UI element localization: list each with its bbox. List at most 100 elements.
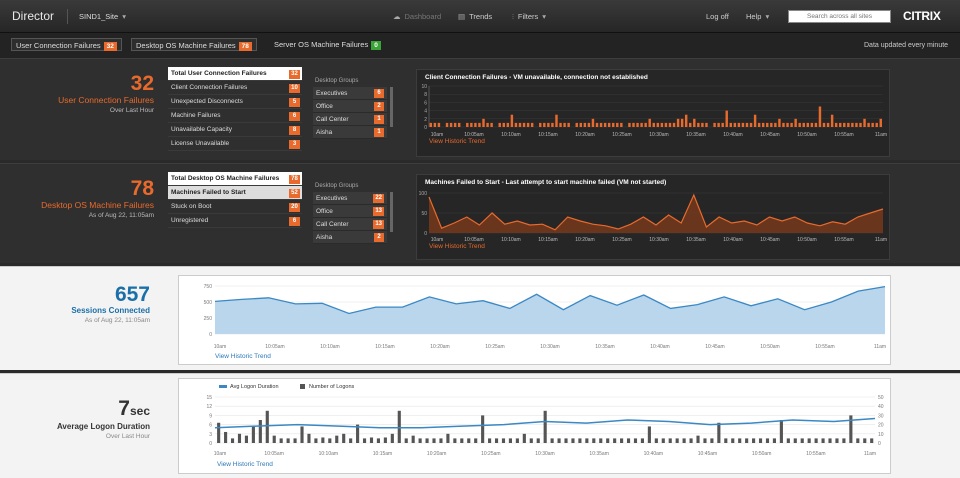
x-tick-label: 10:30am: [535, 451, 554, 457]
logoff-link[interactable]: Log off: [706, 12, 729, 21]
bar: [446, 433, 450, 443]
y-tick-label-right: 50: [878, 395, 884, 401]
x-tick-label: 10:55am: [834, 237, 853, 243]
bar: [474, 438, 478, 443]
group-item[interactable]: Executives 6: [313, 87, 387, 100]
ucf-panel: 32 User Connection Failures Over Last Ho…: [0, 58, 960, 160]
group-item[interactable]: Office 13: [313, 205, 387, 218]
chip-desktop-os-failures[interactable]: Desktop OS Machine Failures 78: [131, 38, 257, 51]
dof-panel: 78 Desktop OS Machine Failures As of Aug…: [0, 163, 960, 263]
bar: [470, 122, 473, 127]
view-historic-trend-link[interactable]: View Historic Trend: [217, 461, 273, 468]
bar: [660, 122, 664, 127]
list-item[interactable]: Total User Connection Failures 32: [168, 67, 302, 81]
count-badge: 13: [373, 220, 384, 229]
dof-chart: Machines Failed to Start - Last attempt …: [416, 174, 890, 260]
list-item[interactable]: Total Desktop OS Machine Failures 78: [168, 172, 302, 186]
trends-icon: ▤: [458, 12, 466, 21]
ucf-summary[interactable]: 32 User Connection Failures Over Last Ho…: [4, 73, 154, 115]
chip-count: 32: [103, 42, 117, 51]
bar: [684, 114, 688, 127]
view-historic-trend-link[interactable]: View Historic Trend: [215, 353, 271, 360]
scrollbar[interactable]: [390, 192, 393, 232]
logon-summary[interactable]: 7sec Average Logon Duration Over Last Ho…: [0, 398, 150, 441]
bar: [536, 438, 540, 443]
top-bar: Director SIND1_Site ▾ ☁ Dashboard ▤ Trends …: [0, 0, 960, 33]
chevron-down-icon: ▾: [542, 12, 547, 21]
list-item-label: Unavailable Capacity: [171, 126, 233, 133]
view-historic-trend-link[interactable]: View Historic Trend: [429, 243, 485, 250]
y-tick-label-right: 20: [878, 423, 884, 429]
x-tick-label: 10:30am: [540, 344, 559, 350]
bar: [522, 433, 526, 443]
x-tick-label: 10:25am: [612, 237, 631, 243]
group-item[interactable]: Aisha 1: [313, 126, 387, 139]
bar: [731, 438, 735, 443]
y-tick-label: 50: [421, 211, 427, 217]
x-tick-label: 10:40am: [650, 344, 669, 350]
bar: [737, 122, 741, 127]
bar: [656, 122, 660, 127]
ucf-subtitle: Over Last Hour: [109, 107, 154, 114]
group-item[interactable]: Call Center 13: [313, 218, 387, 231]
bar: [530, 122, 534, 127]
dof-failure-list: Total Desktop OS Machine Failures 78 Mach…: [168, 172, 302, 228]
bar: [798, 122, 801, 127]
bar: [636, 122, 639, 127]
bar: [814, 122, 818, 127]
dof-summary[interactable]: 78 Desktop OS Machine Failures As of Aug…: [4, 178, 154, 220]
bar: [745, 122, 749, 127]
group-item[interactable]: Office 2: [313, 100, 387, 113]
nav-dashboard[interactable]: ☁ Dashboard: [393, 12, 441, 21]
list-item[interactable]: Unavailable Capacity 8: [168, 123, 302, 137]
bar: [724, 438, 728, 443]
bar: [856, 438, 860, 443]
site-selector[interactable]: SIND1_Site ▾: [79, 12, 126, 21]
sessions-summary[interactable]: 657 Sessions Connected As of Aug 22, 11:…: [0, 284, 150, 325]
group-item[interactable]: Executives 22: [313, 192, 387, 205]
bar: [871, 122, 874, 127]
help-menu[interactable]: Help ▾: [746, 12, 769, 21]
bar: [265, 410, 269, 443]
x-tick-label: 10:10am: [501, 237, 520, 243]
search-input[interactable]: [788, 10, 891, 23]
view-historic-trend-link[interactable]: View Historic Trend: [429, 138, 485, 145]
bar: [793, 438, 797, 443]
nav-trends[interactable]: ▤ Trends: [458, 12, 492, 21]
y-tick-label-right: 40: [878, 404, 884, 410]
y-tick-label-left: 6: [209, 423, 212, 429]
list-item-label: Total User Connection Failures: [171, 70, 267, 77]
bar: [628, 122, 631, 127]
list-item[interactable]: Machine Failures 6: [168, 109, 302, 123]
bar: [578, 438, 582, 443]
list-item[interactable]: License Unavailable 3: [168, 137, 302, 151]
list-item[interactable]: Machines Failed to Start 52: [168, 186, 302, 200]
scrollbar[interactable]: [390, 87, 393, 127]
y-tick-label: 500: [204, 300, 213, 306]
bar: [682, 438, 686, 443]
x-tick-label: 10:40am: [723, 132, 742, 138]
group-item[interactable]: Aisha 2: [313, 231, 387, 244]
list-item[interactable]: Client Connection Failures 10: [168, 81, 302, 95]
bar: [555, 114, 558, 127]
divider: [67, 9, 68, 24]
nav-filters[interactable]: ⫶ Filters ▾: [512, 12, 546, 22]
y-tick-label-right: 0: [878, 441, 881, 447]
ucf-desktop-groups: Desktop Groups Executives 6 Office 2 Call …: [313, 75, 393, 139]
list-item[interactable]: Unregistered 6: [168, 214, 302, 228]
bar: [661, 438, 665, 443]
x-tick-label: 11am: [875, 132, 887, 138]
list-item[interactable]: Stuck on Boot 20: [168, 200, 302, 214]
x-tick-label: 10:10am: [320, 344, 339, 350]
list-item[interactable]: Unexpected Disconnects 5: [168, 95, 302, 109]
x-tick-label: 10:40am: [644, 451, 663, 457]
x-tick-label: 10:55am: [834, 132, 853, 138]
chip-user-connection-failures[interactable]: User Connection Failures 32: [11, 38, 122, 51]
y-tick-label-left: 3: [209, 432, 212, 438]
bar: [863, 438, 867, 443]
bar: [786, 122, 789, 127]
logon-title: Average Logon Duration: [56, 422, 150, 431]
bar: [725, 110, 728, 127]
group-item[interactable]: Call Center 1: [313, 113, 387, 126]
chip-server-os-failures[interactable]: Server OS Machine Failures 0: [270, 38, 385, 51]
